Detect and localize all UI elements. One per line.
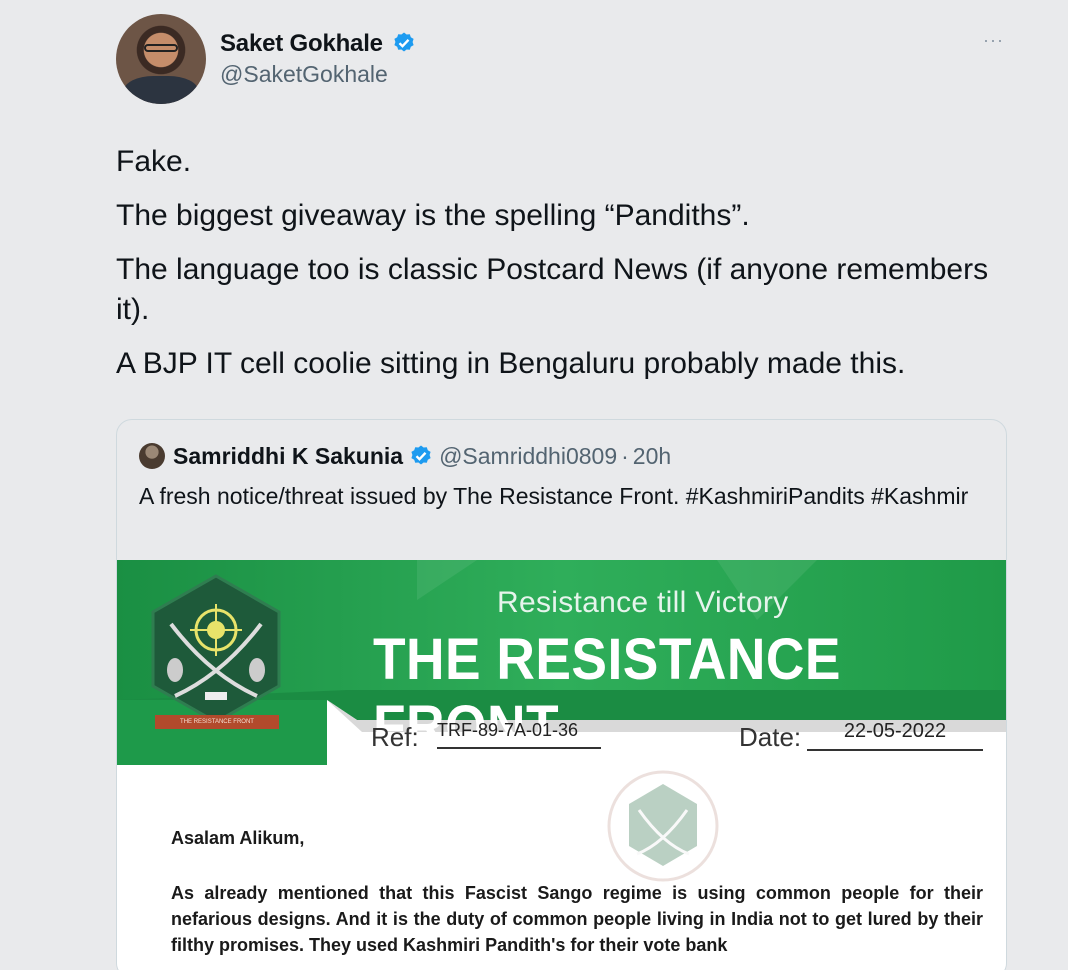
logo-caption: THE RESISTANCE FRONT — [155, 715, 279, 729]
notice-banner: THE RESISTANCE FRONT Resistance till Vic… — [117, 560, 1006, 765]
tweet-paragraph: Fake. — [116, 145, 192, 178]
quoted-tweet-image[interactable]: THE RESISTANCE FRONT Resistance till Vic… — [117, 560, 1006, 970]
quoted-tweet-time[interactable]: 20h — [633, 443, 671, 470]
tweet-text: Fake. The biggest giveaway is the spelli… — [116, 142, 996, 398]
author-handle[interactable]: @SaketGokhale — [220, 61, 388, 88]
ref-label: Ref: — [371, 722, 419, 752]
verified-badge-icon — [394, 32, 414, 52]
quoted-tweet-text: A fresh notice/threat issued by The Resi… — [139, 483, 969, 509]
date-label: Date: — [739, 722, 802, 752]
quoted-author-avatar[interactable] — [139, 443, 165, 469]
notice-greeting: Asalam Alikum, — [171, 828, 305, 848]
tweet-paragraph: A BJP IT cell coolie sitting in Bengalur… — [116, 347, 906, 380]
notice-tagline: Resistance till Victory — [497, 586, 789, 619]
author-name[interactable]: Saket Gokhale — [220, 30, 383, 58]
quoted-author-handle[interactable]: @Samriddhi0809 — [439, 443, 617, 470]
trf-logo-icon — [151, 574, 281, 724]
notice-body: As already mentioned that this Fascist S… — [171, 883, 983, 955]
avatar-shirt — [124, 76, 198, 104]
verified-badge-icon — [411, 445, 431, 465]
ref-value: TRF-89-7A-01-36 — [437, 720, 601, 749]
author-avatar[interactable] — [116, 14, 206, 104]
watermark-seal-icon — [607, 770, 719, 882]
date-value: 22-05-2022 — [807, 720, 983, 751]
quoted-author-name[interactable]: Samriddhi K Sakunia — [173, 443, 403, 470]
tweet-paragraph: The biggest giveaway is the spelling “Pa… — [116, 199, 750, 232]
avatar-glasses — [144, 44, 178, 52]
more-icon[interactable]: ··· — [983, 30, 1004, 51]
quoted-tweet-header: Samriddhi K Sakunia @Samriddhi0809 · 20h — [139, 442, 671, 470]
tweet-paragraph: The language too is classic Postcard New… — [116, 253, 989, 326]
separator-dot: · — [621, 442, 629, 469]
quoted-tweet-card[interactable]: Samriddhi K Sakunia @Samriddhi0809 · 20h… — [116, 419, 1007, 970]
